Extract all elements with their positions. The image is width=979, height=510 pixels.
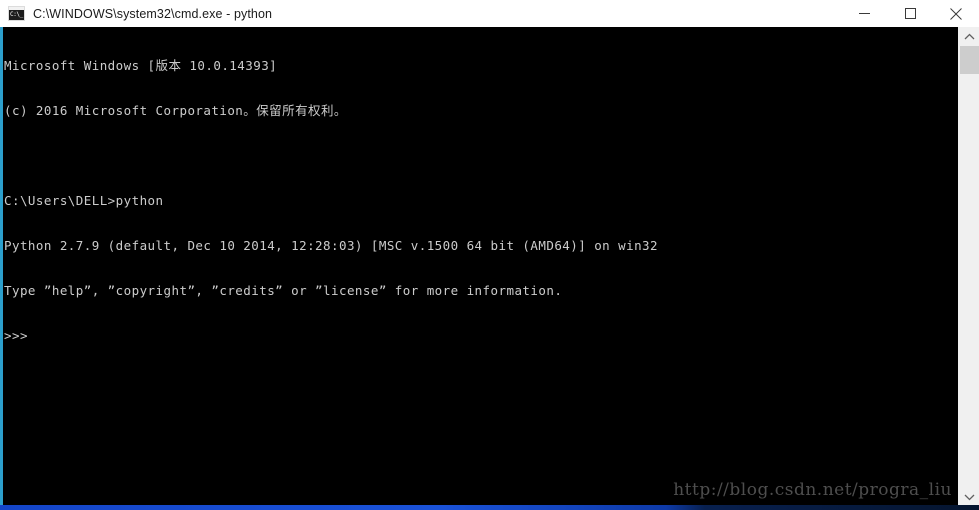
cmd-console-icon: C:\_ [8,6,25,21]
desktop-strip [0,505,979,510]
vertical-scrollbar[interactable] [958,27,979,506]
blog-watermark: http://blog.csdn.net/progra_liu [673,480,952,500]
console-line: Microsoft Windows [版本 10.0.14393] [4,58,278,73]
console-client-area[interactable]: Microsoft Windows [版本 10.0.14393] (c) 20… [3,27,958,506]
maximize-button[interactable] [887,0,933,27]
cmd-window: C:\_ C:\WINDOWS\system32\cmd.exe - pytho… [0,0,979,506]
close-button[interactable] [933,0,979,27]
chevron-up-icon[interactable] [959,27,979,46]
window-controls [841,0,979,27]
chevron-down-icon[interactable] [959,487,979,506]
cmd-console-icon-text: C:\_ [10,11,23,18]
screen: C:\_ C:\WINDOWS\system32\cmd.exe - pytho… [0,0,979,510]
console-line: Python 2.7.9 (default, Dec 10 2014, 12:2… [4,238,659,253]
console-output: Microsoft Windows [版本 10.0.14393] (c) 20… [4,28,658,373]
window-title: C:\WINDOWS\system32\cmd.exe - python [33,6,273,21]
console-prompt-line: >>> [4,328,28,343]
scrollbar-thumb[interactable] [960,46,979,74]
title-bar[interactable]: C:\_ C:\WINDOWS\system32\cmd.exe - pytho… [0,0,979,27]
minimize-button[interactable] [841,0,887,27]
console-line: Type ”help”, ”copyright”, ”credits” or ”… [4,283,563,298]
console-line: (c) 2016 Microsoft Corporation。保留所有权利。 [4,103,347,118]
console-line: C:\Users\DELL>python [4,193,164,208]
